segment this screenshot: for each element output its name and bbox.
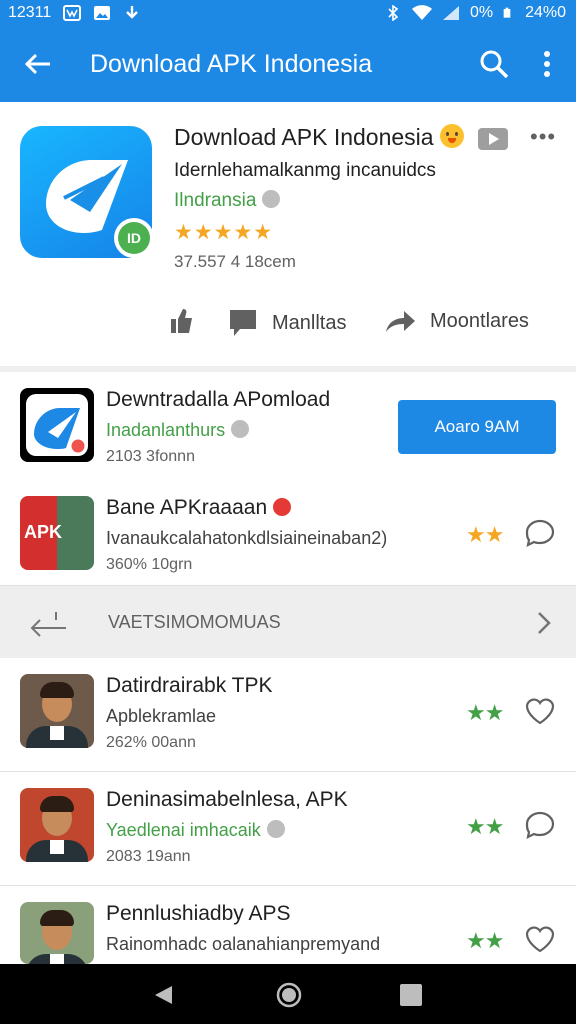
notification-icon xyxy=(63,5,82,21)
app-subtitle: Idernlehamalkanmg incanuidcs xyxy=(174,160,436,181)
nav-back-icon[interactable] xyxy=(152,984,174,1006)
list-item-subtitle: Yaedlenai imhacaik xyxy=(106,820,285,841)
forward-label: Moontlares xyxy=(430,309,529,332)
download-button[interactable]: Aoaro 9AM xyxy=(398,400,556,454)
app-bar: Download APK Indonesia xyxy=(0,26,576,102)
list-item-title: Pennlushiadby APS xyxy=(106,902,291,925)
list-item[interactable]: Deninasimabelnlesa, APK Yaedlenai imhaca… xyxy=(0,772,576,886)
app-title: Download APK Indonesia xyxy=(174,124,464,151)
thumbs-up-icon xyxy=(171,309,192,333)
list-item-subtitle: Rainomhadc oalanahianpremyand xyxy=(106,934,381,954)
list-item-meta: 2083 19ann xyxy=(106,848,191,866)
list-item-meta: 360% 10grn xyxy=(106,556,192,574)
list-item-meta-text: 360% 10grn xyxy=(106,556,193,573)
badge: ID xyxy=(114,218,154,258)
rating-stars: ★★ xyxy=(466,814,504,839)
verified-icon xyxy=(266,820,285,838)
bluetooth-icon xyxy=(388,5,399,21)
list-item-subtitle: Inadanlanthurs xyxy=(106,420,250,441)
list-item[interactable]: APK Bane APKraaaan Ivanaukcalahatonkdlsi… xyxy=(0,480,576,586)
app-title-text: Download APK Indonesia xyxy=(174,124,434,150)
list-item-subtitle: Apblekramlae xyxy=(106,706,217,726)
list-item-title: Deninasimabelnlesa, APK xyxy=(106,788,348,811)
verified-icon xyxy=(262,190,281,208)
nav-recents-icon[interactable] xyxy=(400,984,422,1006)
badge-label: ID xyxy=(118,222,150,254)
list-item-meta-text: 262% 00ann xyxy=(106,734,196,751)
rating-stars: ★★ xyxy=(466,522,504,547)
heart-icon[interactable] xyxy=(524,696,556,726)
list-item[interactable]: Dewntradalla APomload Inadanlanthurs 210… xyxy=(0,372,576,484)
list-item[interactable]: Pennlushiadby APS Rainomhadc oalanahianp… xyxy=(0,886,576,964)
app-header-card: ID Download APK Indonesia ••• Idernleham… xyxy=(0,102,576,366)
comment-icon[interactable] xyxy=(524,810,556,840)
list-item[interactable]: Datirdrairabk TPK Apblekramlae 262% 00an… xyxy=(0,658,576,772)
section-header: VAETSIMOMOMUAS xyxy=(0,588,576,658)
list-item-meta: 262% 00ann xyxy=(106,734,196,752)
navigation-bar xyxy=(0,964,576,1024)
list-item-title-text: Bane APKraaaan xyxy=(106,496,268,519)
heart-icon[interactable] xyxy=(524,924,556,954)
download-button-label: Aoaro 9AM xyxy=(434,417,520,436)
status-bar: 12311 0% 24%0 xyxy=(0,0,576,26)
app-meta: 37.557 4 18cem xyxy=(174,252,296,271)
verified-icon xyxy=(231,420,250,438)
rating-stars: ★★ xyxy=(466,928,504,953)
header-more-icon[interactable]: ••• xyxy=(530,124,556,150)
image-icon xyxy=(94,6,111,20)
smiley-emoji-icon xyxy=(439,124,464,148)
badge-icon xyxy=(273,498,292,516)
list-item-meta-text: 2103 3fonnn xyxy=(106,448,195,465)
list-item-title: Dewntradalla APomload xyxy=(106,388,331,411)
back-arrow-icon[interactable] xyxy=(22,48,54,80)
list-item-meta: 2103 3fonnn xyxy=(106,448,195,466)
forward-arrow-icon xyxy=(386,311,415,332)
section-title: VAETSIMOMOMUAS xyxy=(108,612,281,632)
apk-thumbnail-icon: APK xyxy=(20,496,94,570)
list-item-subtitle-text: Yaedlenai imhacaik xyxy=(106,820,261,840)
developer-name[interactable]: Ilndransia xyxy=(174,190,281,212)
share-label: Manlltas xyxy=(272,311,347,334)
battery-percent: 0% xyxy=(469,4,494,21)
developer-label: Ilndransia xyxy=(174,190,257,211)
battery-icon xyxy=(503,7,511,18)
rating-stars: ★★ xyxy=(466,700,504,725)
search-icon[interactable] xyxy=(478,48,510,80)
comment-icon xyxy=(230,310,256,336)
rating-stars: ★★★★★ xyxy=(174,221,274,244)
list-item-title: Bane APKraaaan xyxy=(106,496,292,520)
chevron-right-icon[interactable] xyxy=(536,610,552,636)
list-item-subtitle-text: Inadanlanthurs xyxy=(106,420,226,440)
download-status-icon xyxy=(126,6,139,19)
nav-home-icon[interactable] xyxy=(276,982,302,1008)
share-button[interactable]: Manlltas xyxy=(228,308,346,338)
status-time: 12311 xyxy=(8,4,52,21)
thumbnail-text: APK xyxy=(24,522,63,542)
avatar xyxy=(20,788,94,862)
action-bar: Manlltas Moontlares xyxy=(170,308,570,344)
overflow-menu-icon[interactable] xyxy=(534,48,560,80)
app-logo-icon: ID xyxy=(20,126,154,258)
app-logo-icon xyxy=(20,388,94,462)
wifi-icon xyxy=(411,5,432,20)
signal-icon xyxy=(442,6,459,20)
list-item-title: Datirdrairabk TPK xyxy=(106,674,273,697)
comment-icon[interactable] xyxy=(524,518,556,548)
app-bar-title: Download APK Indonesia xyxy=(90,50,373,78)
play-store-icon[interactable] xyxy=(478,128,508,150)
forward-button[interactable]: Moontlares xyxy=(384,308,529,334)
battery-level: 24%0 xyxy=(525,4,566,21)
avatar xyxy=(20,674,94,748)
avatar xyxy=(20,902,94,964)
like-button[interactable] xyxy=(170,308,194,334)
list-item-meta-text: 2083 19ann xyxy=(106,848,191,865)
list-item-subtitle: Ivanaukcalahatonkdlsiaineinaban2) xyxy=(106,528,388,548)
swap-arrows-icon[interactable] xyxy=(28,608,68,638)
